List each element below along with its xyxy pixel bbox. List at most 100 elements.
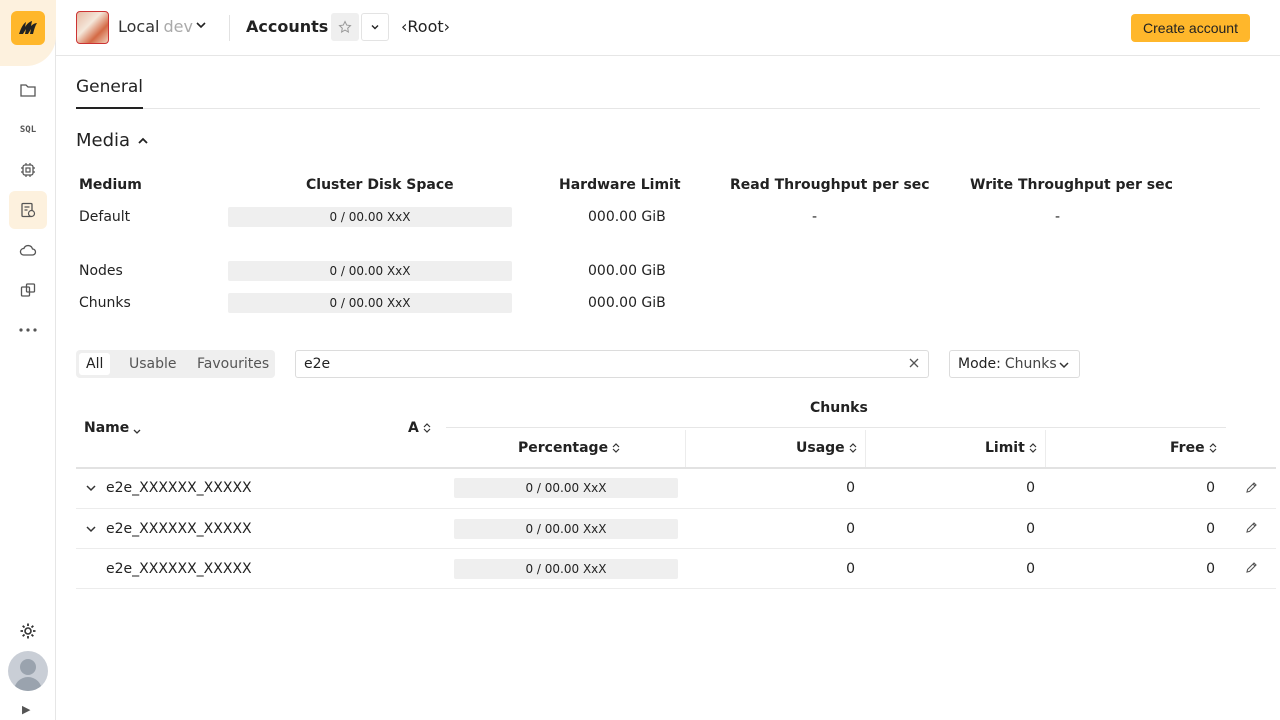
limit-value: 0 — [1026, 480, 1035, 496]
sql-label: SQL — [19, 125, 37, 135]
app-logo-icon[interactable] — [11, 11, 45, 45]
column-header-medium: Medium — [79, 177, 142, 193]
account-name-link[interactable]: e2e_XXXXXX_XXXXX — [106, 480, 252, 496]
column-header-percentage[interactable]: Percentage — [518, 440, 620, 456]
percentage-bar: 0 / 00.00 XxX — [454, 559, 678, 579]
divider — [76, 548, 1276, 549]
logo-area — [0, 0, 56, 66]
create-account-button[interactable]: Create account — [1131, 14, 1250, 42]
column-group-header-chunks: Chunks — [810, 400, 868, 416]
expand-sidebar-icon[interactable]: ▶ — [22, 703, 30, 716]
database-avatar-icon[interactable] — [76, 11, 109, 44]
settings-icon[interactable] — [9, 612, 47, 650]
segment-all[interactable]: All — [79, 353, 111, 375]
column-header-cluster-disk-space: Cluster Disk Space — [306, 177, 454, 193]
pencil-icon[interactable] — [1245, 561, 1258, 578]
mode-value: Chunks — [1004, 356, 1057, 372]
header: Local dev Accounts ‹Root› Create account — [56, 0, 1280, 56]
write-throughput-value: - — [1055, 209, 1061, 225]
medium-name: Default — [79, 209, 131, 225]
column-header-label: Limit — [985, 440, 1025, 456]
chevron-down-icon[interactable] — [84, 481, 98, 499]
divider — [229, 15, 230, 41]
disk-usage-bar: 0 / 00.00 XxX — [228, 293, 512, 313]
hardware-limit-value: 000.00 GiB — [588, 209, 666, 225]
medium-name: Nodes — [79, 263, 123, 279]
cloud-icon[interactable] — [9, 231, 47, 269]
breadcrumb-root-link[interactable]: ‹Root› — [401, 17, 450, 36]
tab-bar: General — [76, 76, 1260, 109]
packages-icon[interactable] — [9, 271, 47, 309]
database-name: Local — [118, 17, 160, 36]
percentage-bar: 0 / 00.00 XxX — [454, 519, 678, 539]
avatar[interactable] — [8, 651, 48, 691]
usage-value: 0 — [846, 561, 855, 577]
mode-select[interactable]: Mode: Chunks — [949, 350, 1080, 378]
segment-usable[interactable]: Usable — [122, 353, 184, 375]
sort-icon — [1029, 443, 1037, 453]
column-header-read-throughput: Read Throughput per sec — [730, 177, 930, 193]
close-icon[interactable] — [908, 357, 920, 373]
medium-name: Chunks — [79, 295, 131, 311]
tab-general[interactable]: General — [76, 76, 143, 109]
free-value: 0 — [1206, 561, 1215, 577]
pencil-icon[interactable] — [1245, 481, 1258, 498]
usage-value: 0 — [846, 480, 855, 496]
divider — [76, 467, 1276, 469]
column-header-label: Usage — [796, 440, 845, 456]
accounts-icon[interactable] — [9, 191, 47, 229]
column-header-hardware-limit: Hardware Limit — [559, 177, 681, 193]
divider — [1045, 430, 1046, 467]
filter-segmented-control: All Usable Favourites — [76, 350, 275, 378]
divider — [685, 430, 686, 467]
chevron-down-icon[interactable] — [84, 522, 98, 540]
column-header-a[interactable]: A — [408, 420, 431, 436]
sql-icon[interactable]: SQL — [9, 111, 47, 149]
folder-icon[interactable] — [9, 71, 47, 109]
disk-usage-bar: 0 / 00.00 XxX — [228, 261, 512, 281]
search-field — [295, 350, 929, 378]
column-header-usage[interactable]: Usage — [796, 440, 857, 456]
column-header-label: Name — [84, 420, 130, 436]
column-header-label: Free — [1170, 440, 1205, 456]
page-title: Accounts — [246, 17, 329, 36]
percentage-bar: 0 / 00.00 XxX — [454, 478, 678, 498]
cpu-icon[interactable] — [9, 151, 47, 189]
search-input[interactable] — [304, 356, 894, 372]
sort-icon — [423, 423, 431, 433]
media-section-toggle[interactable]: Media — [76, 130, 150, 151]
chevron-up-icon — [138, 137, 148, 144]
star-icon — [338, 20, 352, 33]
column-header-label: Percentage — [518, 440, 609, 456]
database-selector[interactable]: Local dev — [118, 17, 193, 36]
limit-value: 0 — [1026, 521, 1035, 537]
chevron-down-icon — [1059, 362, 1069, 369]
free-value: 0 — [1206, 480, 1215, 496]
hardware-limit-value: 000.00 GiB — [588, 295, 666, 311]
section-title: Media — [76, 130, 131, 151]
actions-dropdown-button[interactable] — [361, 13, 389, 41]
divider — [76, 508, 1276, 509]
sidebar: SQL ▶ — [0, 0, 56, 720]
sort-icon — [612, 443, 620, 453]
segment-favourites[interactable]: Favourites — [190, 353, 276, 375]
hardware-limit-value: 000.00 GiB — [588, 263, 666, 279]
column-header-free[interactable]: Free — [1170, 440, 1217, 456]
read-throughput-value: - — [812, 209, 818, 225]
chevron-down-icon — [371, 25, 379, 30]
column-header-write-throughput: Write Throughput per sec — [970, 177, 1173, 193]
more-icon[interactable] — [9, 311, 47, 349]
divider — [76, 588, 1276, 589]
divider — [446, 427, 1226, 428]
database-env: dev — [163, 17, 193, 36]
mode-label: Mode: — [958, 356, 1001, 372]
disk-usage-bar: 0 / 00.00 XxX — [228, 207, 512, 227]
account-name-link[interactable]: e2e_XXXXXX_XXXXX — [106, 561, 252, 577]
pencil-icon[interactable] — [1245, 521, 1258, 538]
favourite-button[interactable] — [331, 13, 359, 41]
account-name-link[interactable]: e2e_XXXXXX_XXXXX — [106, 521, 252, 537]
sort-icon — [1209, 443, 1216, 453]
chevron-down-icon[interactable] — [194, 18, 208, 36]
column-header-limit[interactable]: Limit — [985, 440, 1037, 456]
column-header-name[interactable]: Name — [84, 420, 141, 436]
